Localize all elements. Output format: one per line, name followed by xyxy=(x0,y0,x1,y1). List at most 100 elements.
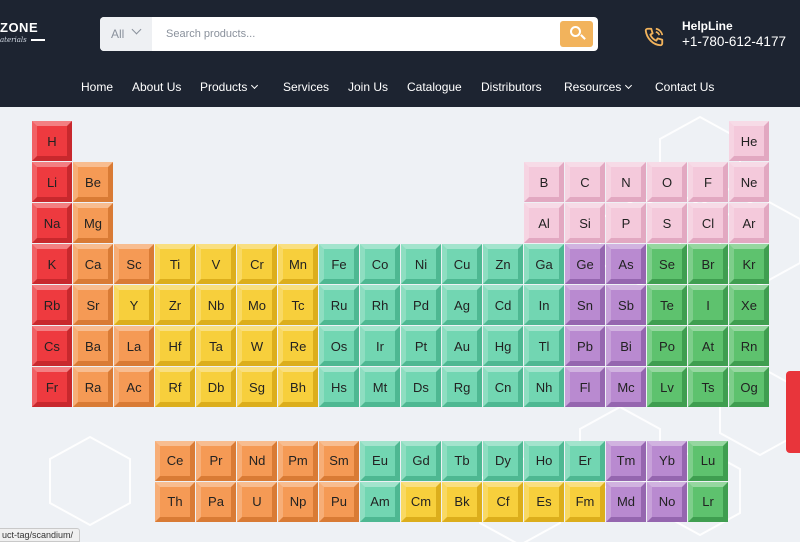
element-tile-ti[interactable]: Ti xyxy=(155,244,195,284)
site-logo[interactable]: ZONE aterials xyxy=(0,20,45,44)
element-tile-er[interactable]: Er xyxy=(565,440,605,481)
element-tile-hf[interactable]: Hf xyxy=(155,326,195,366)
element-tile-at[interactable]: At xyxy=(688,326,728,366)
element-tile-w[interactable]: W xyxy=(237,326,277,366)
element-tile-sn[interactable]: Sn xyxy=(565,285,605,325)
element-tile-og[interactable]: Og xyxy=(729,367,769,407)
element-tile-pt[interactable]: Pt xyxy=(401,326,441,366)
element-tile-sg[interactable]: Sg xyxy=(237,367,277,407)
element-tile-ge[interactable]: Ge xyxy=(565,244,605,284)
element-tile-lv[interactable]: Lv xyxy=(647,367,687,407)
element-tile-ba[interactable]: Ba xyxy=(73,326,113,366)
element-tile-ir[interactable]: Ir xyxy=(360,326,400,366)
element-tile-mo[interactable]: Mo xyxy=(237,285,277,325)
element-tile-cf[interactable]: Cf xyxy=(483,481,523,522)
element-tile-ds[interactable]: Ds xyxy=(401,367,441,407)
element-tile-kr[interactable]: Kr xyxy=(729,244,769,284)
element-tile-c[interactable]: C xyxy=(565,162,605,202)
element-tile-no[interactable]: No xyxy=(647,481,687,522)
element-tile-rb[interactable]: Rb xyxy=(32,285,72,325)
element-tile-ca[interactable]: Ca xyxy=(73,244,113,284)
element-tile-bi[interactable]: Bi xyxy=(606,326,646,366)
element-tile-la[interactable]: La xyxy=(114,326,154,366)
element-tile-th[interactable]: Th xyxy=(155,481,195,522)
search-input[interactable] xyxy=(158,21,554,47)
element-tile-al[interactable]: Al xyxy=(524,203,564,243)
search-button[interactable] xyxy=(560,21,593,47)
element-tile-ts[interactable]: Ts xyxy=(688,367,728,407)
element-tile-nb[interactable]: Nb xyxy=(196,285,236,325)
element-tile-i[interactable]: I xyxy=(688,285,728,325)
element-tile-fl[interactable]: Fl xyxy=(565,367,605,407)
element-tile-he[interactable]: He xyxy=(729,121,769,161)
element-tile-dy[interactable]: Dy xyxy=(483,440,523,481)
element-tile-lr[interactable]: Lr xyxy=(688,481,728,522)
element-tile-ag[interactable]: Ag xyxy=(442,285,482,325)
element-tile-nh[interactable]: Nh xyxy=(524,367,564,407)
element-tile-te[interactable]: Te xyxy=(647,285,687,325)
element-tile-ar[interactable]: Ar xyxy=(729,203,769,243)
element-tile-sb[interactable]: Sb xyxy=(606,285,646,325)
element-tile-si[interactable]: Si xyxy=(565,203,605,243)
element-tile-db[interactable]: Db xyxy=(196,367,236,407)
element-tile-ce[interactable]: Ce xyxy=(155,440,195,481)
element-tile-yb[interactable]: Yb xyxy=(647,440,687,481)
element-tile-bh[interactable]: Bh xyxy=(278,367,318,407)
nav-item-about-us[interactable]: About Us xyxy=(132,80,181,94)
element-tile-n[interactable]: N xyxy=(606,162,646,202)
element-tile-o[interactable]: O xyxy=(647,162,687,202)
element-tile-mg[interactable]: Mg xyxy=(73,203,113,243)
element-tile-tl[interactable]: Tl xyxy=(524,326,564,366)
element-tile-h[interactable]: H xyxy=(32,121,72,161)
element-tile-rn[interactable]: Rn xyxy=(729,326,769,366)
element-tile-k[interactable]: K xyxy=(32,244,72,284)
nav-item-contact-us[interactable]: Contact Us xyxy=(655,80,714,94)
element-tile-ho[interactable]: Ho xyxy=(524,440,564,481)
element-tile-am[interactable]: Am xyxy=(360,481,400,522)
element-tile-se[interactable]: Se xyxy=(647,244,687,284)
element-tile-ne[interactable]: Ne xyxy=(729,162,769,202)
element-tile-hs[interactable]: Hs xyxy=(319,367,359,407)
element-tile-cm[interactable]: Cm xyxy=(401,481,441,522)
element-tile-mc[interactable]: Mc xyxy=(606,367,646,407)
element-tile-cr[interactable]: Cr xyxy=(237,244,277,284)
element-tile-nd[interactable]: Nd xyxy=(237,440,277,481)
element-tile-pb[interactable]: Pb xyxy=(565,326,605,366)
helpline-number[interactable]: +1-780-612-4177 xyxy=(682,34,786,49)
element-tile-pu[interactable]: Pu xyxy=(319,481,359,522)
element-tile-in[interactable]: In xyxy=(524,285,564,325)
element-tile-zn[interactable]: Zn xyxy=(483,244,523,284)
element-tile-gd[interactable]: Gd xyxy=(401,440,441,481)
element-tile-po[interactable]: Po xyxy=(647,326,687,366)
side-feedback-tab[interactable] xyxy=(786,371,800,453)
element-tile-li[interactable]: Li xyxy=(32,162,72,202)
element-tile-os[interactable]: Os xyxy=(319,326,359,366)
element-tile-s[interactable]: S xyxy=(647,203,687,243)
element-tile-tm[interactable]: Tm xyxy=(606,440,646,481)
element-tile-ta[interactable]: Ta xyxy=(196,326,236,366)
element-tile-eu[interactable]: Eu xyxy=(360,440,400,481)
element-tile-cn[interactable]: Cn xyxy=(483,367,523,407)
element-tile-au[interactable]: Au xyxy=(442,326,482,366)
nav-item-home[interactable]: Home xyxy=(81,80,113,94)
category-select[interactable]: All xyxy=(100,17,152,51)
element-tile-tc[interactable]: Tc xyxy=(278,285,318,325)
nav-item-resources[interactable]: Resources xyxy=(564,80,633,94)
nav-item-catalogue[interactable]: Catalogue xyxy=(407,80,462,94)
element-tile-p[interactable]: P xyxy=(606,203,646,243)
element-tile-sm[interactable]: Sm xyxy=(319,440,359,481)
element-tile-na[interactable]: Na xyxy=(32,203,72,243)
element-tile-es[interactable]: Es xyxy=(524,481,564,522)
element-tile-ga[interactable]: Ga xyxy=(524,244,564,284)
element-tile-co[interactable]: Co xyxy=(360,244,400,284)
element-tile-sr[interactable]: Sr xyxy=(73,285,113,325)
element-tile-cu[interactable]: Cu xyxy=(442,244,482,284)
element-tile-ac[interactable]: Ac xyxy=(114,367,154,407)
element-tile-mn[interactable]: Mn xyxy=(278,244,318,284)
element-tile-pm[interactable]: Pm xyxy=(278,440,318,481)
element-tile-ni[interactable]: Ni xyxy=(401,244,441,284)
element-tile-ra[interactable]: Ra xyxy=(73,367,113,407)
element-tile-md[interactable]: Md xyxy=(606,481,646,522)
element-tile-y[interactable]: Y xyxy=(114,285,154,325)
element-tile-rf[interactable]: Rf xyxy=(155,367,195,407)
